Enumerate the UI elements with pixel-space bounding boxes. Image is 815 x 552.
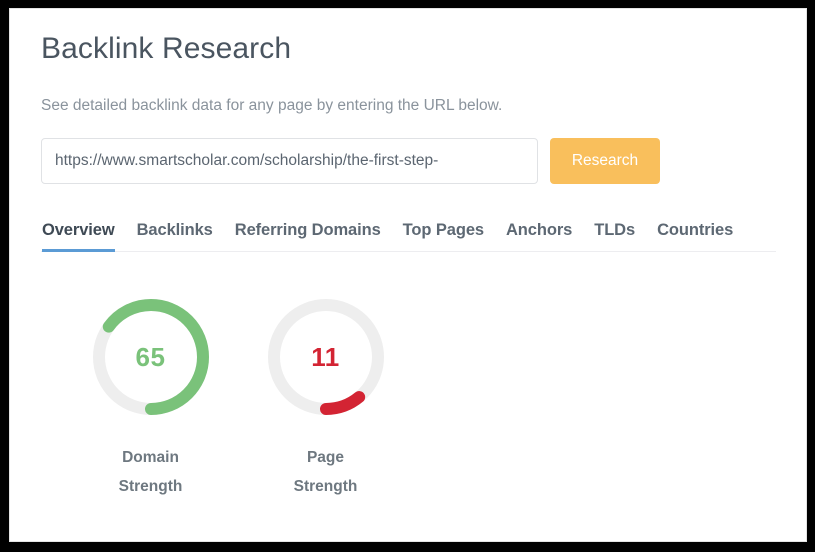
tab-countries[interactable]: Countries	[657, 221, 733, 252]
gauge-block-1: 65 Domain Strength	[63, 292, 238, 501]
gauge-label: Page Strength	[294, 444, 358, 501]
tab-overview[interactable]: Overview	[42, 221, 115, 253]
tab-bar: Overview Backlinks Referring Domains Top Pa…	[41, 220, 776, 253]
gauge-label-line2: Strength	[118, 477, 183, 495]
url-search-row: Research	[41, 138, 776, 185]
backlink-research-card: Backlink Research See detailed backlink …	[9, 8, 807, 542]
gauge-label-line1: Domain	[122, 449, 179, 467]
tab-backlinks[interactable]: Backlinks	[137, 221, 213, 252]
strength-gauges: 65 Domain Strength 11 Page Strength	[41, 292, 776, 501]
page-title: Backlink Research	[41, 32, 292, 65]
page-subtitle: See detailed backlink data for any page …	[41, 97, 503, 114]
gauge-block-2: 11 Page Strength	[238, 292, 413, 501]
gauge-ring: 11	[261, 292, 391, 422]
gauge-label-line1: Page	[306, 449, 345, 467]
gauge-label-line2: Strength	[293, 477, 358, 495]
gauge-label: Domain Strength	[119, 444, 183, 501]
gauge-ring: 65	[86, 292, 216, 422]
tab-anchors[interactable]: Anchors	[506, 221, 572, 252]
tab-tlds[interactable]: TLDs	[594, 221, 635, 252]
tab-top-pages[interactable]: Top Pages	[403, 221, 484, 252]
screenshot-viewport: Backlink Research See detailed backlink …	[0, 0, 815, 552]
gauge-value: 11	[311, 341, 340, 372]
url-input[interactable]	[41, 138, 538, 185]
tab-referring-domains[interactable]: Referring Domains	[235, 221, 381, 252]
research-button[interactable]: Research	[550, 138, 660, 185]
gauge-value: 65	[135, 341, 166, 372]
